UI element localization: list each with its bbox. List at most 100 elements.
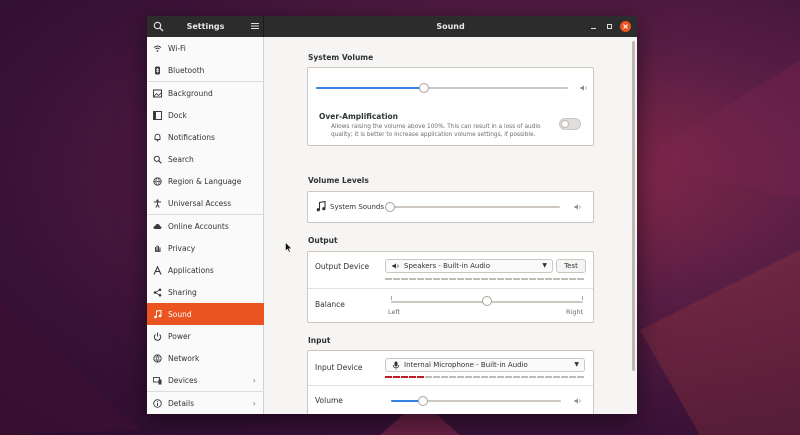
volume-levels-title: Volume Levels	[308, 176, 369, 185]
sidebar-item-label: Power	[168, 331, 191, 341]
sidebar-item-power[interactable]: Power	[147, 325, 264, 347]
minimize-icon	[591, 28, 596, 29]
sidebar-item-label: Sound	[168, 309, 192, 319]
accessibility-icon	[153, 198, 162, 208]
background-icon	[153, 89, 162, 98]
over-amplification-title: Over-Amplification	[319, 112, 399, 121]
sidebar-item-label: Sharing	[168, 287, 197, 297]
output-device-dropdown[interactable]: Speakers - Built-in Audio ▼	[385, 259, 553, 273]
microphone-icon	[392, 361, 400, 369]
scrollbar[interactable]	[632, 41, 635, 371]
test-button-label: Test	[564, 262, 578, 270]
balance-label: Balance	[315, 300, 345, 309]
sidebar-item-universal-access[interactable]: Universal Access	[147, 192, 264, 214]
chevron-right-icon: ›	[252, 375, 256, 385]
balance-right-label: Right	[566, 308, 584, 316]
test-button[interactable]: Test	[556, 259, 586, 273]
output-frame: Output Device Speakers - Built-in Audio …	[307, 251, 594, 323]
sound-panel: System Volume Over-Amplification Allows …	[265, 37, 637, 414]
sidebar-item-region-language[interactable]: Region & Language	[147, 170, 264, 192]
output-level-meter	[385, 278, 584, 280]
over-amplification-switch[interactable]	[559, 118, 581, 130]
sidebar-item-label: Privacy	[168, 243, 196, 253]
input-device-value: Internal Microphone - Built-in Audio	[404, 361, 528, 369]
sidebar-item-sound[interactable]: Sound	[147, 303, 264, 325]
sidebar-item-details[interactable]: Details ›	[147, 392, 264, 414]
input-level-meter	[385, 376, 584, 378]
system-sounds-label: System Sounds	[330, 203, 385, 211]
close-button[interactable]	[620, 21, 631, 32]
sidebar-item-label: Background	[168, 88, 213, 98]
content-header: Sound	[264, 16, 637, 37]
applications-icon	[153, 265, 162, 275]
app-title: Settings	[186, 22, 225, 31]
sidebar-item-privacy[interactable]: Privacy	[147, 237, 264, 259]
info-icon	[153, 398, 162, 408]
search-icon	[153, 155, 162, 164]
sidebar-item-sharing[interactable]: Sharing	[147, 281, 264, 303]
speaker-icon	[580, 85, 587, 91]
sidebar-item-devices[interactable]: Devices ›	[147, 369, 264, 391]
sidebar-item-applications[interactable]: Applications	[147, 259, 264, 281]
sidebar-item-label: Universal Access	[168, 198, 232, 208]
hamburger-menu-icon[interactable]	[250, 20, 260, 32]
share-icon	[153, 288, 162, 297]
dock-icon	[153, 110, 162, 120]
maximize-icon	[607, 24, 612, 29]
input-device-dropdown[interactable]: Internal Microphone - Built-in Audio ▼	[385, 358, 585, 372]
hand-icon	[153, 244, 162, 253]
dropdown-arrow-icon: ▼	[574, 361, 579, 368]
bluetooth-icon	[153, 66, 162, 75]
input-title: Input	[308, 336, 331, 345]
globe-icon	[153, 176, 162, 186]
sidebar-item-wifi[interactable]: Wi-Fi	[147, 37, 264, 59]
cloud-icon	[153, 222, 162, 231]
sidebar-item-label: Details	[168, 398, 195, 408]
speaker-icon	[392, 263, 399, 269]
output-device-value: Speakers - Built-in Audio	[404, 262, 490, 270]
sidebar-item-background[interactable]: Background	[147, 82, 264, 104]
minimize-button[interactable]	[588, 21, 599, 32]
system-volume-fill	[316, 87, 425, 89]
system-sounds-track[interactable]	[390, 206, 560, 208]
sidebar-item-search[interactable]: Search	[147, 148, 264, 170]
sidebar-item-network[interactable]: Network	[147, 347, 264, 369]
over-amplification-description: Allows raising the volume above 100%. Th…	[331, 124, 541, 138]
sidebar-item-label: Online Accounts	[168, 221, 229, 231]
balance-slider-handle[interactable]	[482, 296, 492, 306]
speaker-icon	[574, 398, 581, 404]
sidebar-item-online-accounts[interactable]: Online Accounts	[147, 215, 264, 237]
bell-icon	[153, 133, 162, 142]
system-volume-slider-handle[interactable]	[419, 83, 430, 93]
close-icon	[623, 24, 628, 29]
dropdown-arrow-icon: ▼	[542, 262, 547, 269]
sidebar-item-label: Region & Language	[168, 176, 242, 186]
speaker-icon	[574, 204, 581, 210]
music-note-icon	[153, 309, 162, 319]
maximize-button[interactable]	[604, 21, 615, 32]
sidebar-item-label: Search	[168, 154, 194, 164]
balance-left-label: Left	[388, 308, 401, 316]
balance-tick-left	[391, 296, 392, 300]
sidebar-item-label: Bluetooth	[168, 65, 205, 75]
sidebar-item-bluetooth[interactable]: Bluetooth	[147, 59, 264, 81]
sidebar-item-label: Devices	[168, 375, 198, 385]
wifi-icon	[153, 44, 162, 53]
system-sounds-slider-handle[interactable]	[385, 202, 395, 212]
input-volume-slider-handle[interactable]	[418, 396, 429, 406]
volume-levels-frame: System Sounds	[307, 191, 594, 223]
sidebar-item-notifications[interactable]: Notifications	[147, 126, 264, 148]
output-device-label: Output Device	[315, 262, 370, 271]
sidebar-item-label: Network	[168, 353, 200, 363]
sidebar-item-label: Applications	[168, 265, 214, 275]
output-title: Output	[308, 236, 338, 245]
network-icon	[153, 353, 162, 363]
devices-icon	[153, 376, 162, 385]
sidebar-item-label: Wi-Fi	[168, 43, 186, 53]
settings-window: Settings Sound Wi-Fi Bluetooth Backgroun…	[147, 16, 637, 414]
input-device-label: Input Device	[315, 363, 363, 372]
page-title: Sound	[436, 22, 465, 31]
sidebar-item-dock[interactable]: Dock	[147, 104, 264, 126]
divider	[308, 288, 593, 289]
sidebar-header: Settings	[147, 16, 264, 37]
